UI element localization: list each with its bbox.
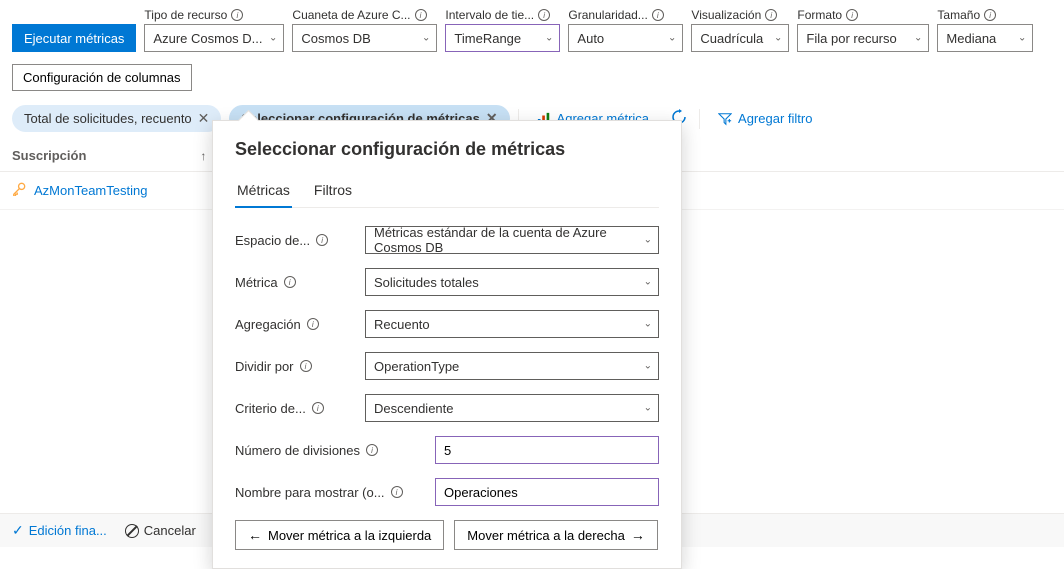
checkmark-icon: ✓ — [12, 522, 24, 539]
move-right-button[interactable]: Mover métrica a la derecha→ — [454, 520, 658, 550]
info-icon: i — [984, 9, 996, 21]
chevron-down-icon: ⌄ — [1018, 33, 1026, 44]
displayname-row: Nombre para mostrar (o... i — [235, 478, 659, 506]
popover-title: Seleccionar configuración de métricas — [235, 139, 659, 160]
chevron-down-icon: ⌄ — [269, 33, 277, 44]
chevron-down-icon: ⌄ — [644, 319, 652, 330]
chevron-down-icon: ⌄ — [774, 33, 782, 44]
info-icon: i — [307, 318, 319, 330]
chevron-down-icon: ⌄ — [914, 33, 922, 44]
account-group: Cuaneta de Azure C... i Cosmos DB⌄ — [292, 8, 437, 52]
resource-type-dropdown[interactable]: Azure Cosmos D...⌄ — [144, 24, 284, 52]
metric-row: Métrica i Solicitudes totales⌄ — [235, 268, 659, 296]
arrow-right-icon: → — [631, 527, 645, 543]
add-filter-button[interactable]: Agregar filtro — [708, 106, 822, 131]
splitby-row: Dividir por i OperationType⌄ — [235, 352, 659, 380]
info-icon: i — [846, 9, 858, 21]
chevron-down-icon: ⌄ — [644, 361, 652, 372]
granularity-dropdown[interactable]: Auto⌄ — [568, 24, 683, 52]
divider — [699, 109, 700, 129]
chevron-down-icon: ⌄ — [422, 33, 430, 44]
chevron-down-icon: ⌄ — [644, 277, 652, 288]
metric-settings-popover: Seleccionar configuración de métricas Mé… — [212, 120, 682, 569]
info-icon: i — [312, 402, 324, 414]
splitby-select[interactable]: OperationType⌄ — [365, 352, 659, 380]
done-editing-button[interactable]: ✓ Edición fina... — [12, 522, 107, 539]
displayname-input[interactable] — [435, 478, 659, 506]
namespace-select[interactable]: Métricas estándar de la cuenta de Azure … — [365, 226, 659, 254]
sortby-row: Criterio de... i Descendiente⌄ — [235, 394, 659, 422]
info-icon: i — [300, 360, 312, 372]
numsplits-row: Número de divisiones i — [235, 436, 659, 464]
info-icon: i — [284, 276, 296, 288]
visualization-group: Visualización i Cuadrícula⌄ — [691, 8, 789, 52]
cancel-icon — [125, 524, 139, 538]
cancel-button[interactable]: Cancelar — [125, 523, 196, 538]
info-icon: i — [538, 9, 550, 21]
sortby-select[interactable]: Descendiente⌄ — [365, 394, 659, 422]
timerange-dropdown[interactable]: TimeRange⌄ — [445, 24, 560, 52]
pill-total-requests[interactable]: Total de solicitudes, recuento ✕ — [12, 105, 221, 132]
timerange-group: Intervalo de tie... i TimeRange⌄ — [445, 8, 560, 52]
aggregation-row: Agregación i Recuento⌄ — [235, 310, 659, 338]
tab-filters[interactable]: Filtros — [312, 176, 354, 207]
numsplits-input[interactable] — [435, 436, 659, 464]
sort-ascending-icon: ↑ — [200, 149, 206, 163]
popover-tabs: Métricas Filtros — [235, 176, 659, 208]
chevron-down-icon: ⌄ — [644, 403, 652, 414]
filter-icon — [718, 112, 732, 126]
info-icon: i — [366, 444, 378, 456]
metric-select[interactable]: Solicitudes totales⌄ — [365, 268, 659, 296]
info-icon: i — [765, 9, 777, 21]
close-icon[interactable]: ✕ — [198, 110, 210, 127]
size-group: Tamaño i Mediana⌄ — [937, 8, 1033, 52]
chevron-down-icon: ⌄ — [545, 33, 553, 44]
subscription-link[interactable]: AzMonTeamTesting — [34, 183, 147, 198]
column-subscription[interactable]: Suscripción ↑ — [12, 148, 206, 163]
run-metrics-button[interactable]: Ejecutar métricas — [12, 24, 136, 52]
size-dropdown[interactable]: Mediana⌄ — [937, 24, 1033, 52]
namespace-row: Espacio de... i Métricas estándar de la … — [235, 226, 659, 254]
tab-metrics[interactable]: Métricas — [235, 176, 292, 208]
info-icon: i — [415, 9, 427, 21]
arrow-left-icon: ← — [248, 527, 262, 543]
info-icon: i — [391, 486, 403, 498]
visualization-dropdown[interactable]: Cuadrícula⌄ — [691, 24, 789, 52]
info-icon: i — [652, 9, 664, 21]
aggregation-select[interactable]: Recuento⌄ — [365, 310, 659, 338]
info-icon: i — [231, 9, 243, 21]
move-left-button[interactable]: ←Mover métrica a la izquierda — [235, 520, 444, 550]
chevron-down-icon: ⌄ — [644, 235, 652, 246]
format-dropdown[interactable]: Fila por recurso⌄ — [797, 24, 929, 52]
info-icon: i — [316, 234, 328, 246]
account-dropdown[interactable]: Cosmos DB⌄ — [292, 24, 437, 52]
columns-config-button[interactable]: Configuración de columnas — [12, 64, 192, 91]
resource-type-group: Tipo de recurso i Azure Cosmos D...⌄ — [144, 8, 284, 52]
chevron-down-icon: ⌄ — [668, 33, 676, 44]
key-icon — [12, 182, 26, 199]
granularity-group: Granularidad... i Auto⌄ — [568, 8, 683, 52]
format-group: Formato i Fila por recurso⌄ — [797, 8, 929, 52]
toolbar: Ejecutar métricas Tipo de recurso i Azur… — [0, 0, 1064, 58]
